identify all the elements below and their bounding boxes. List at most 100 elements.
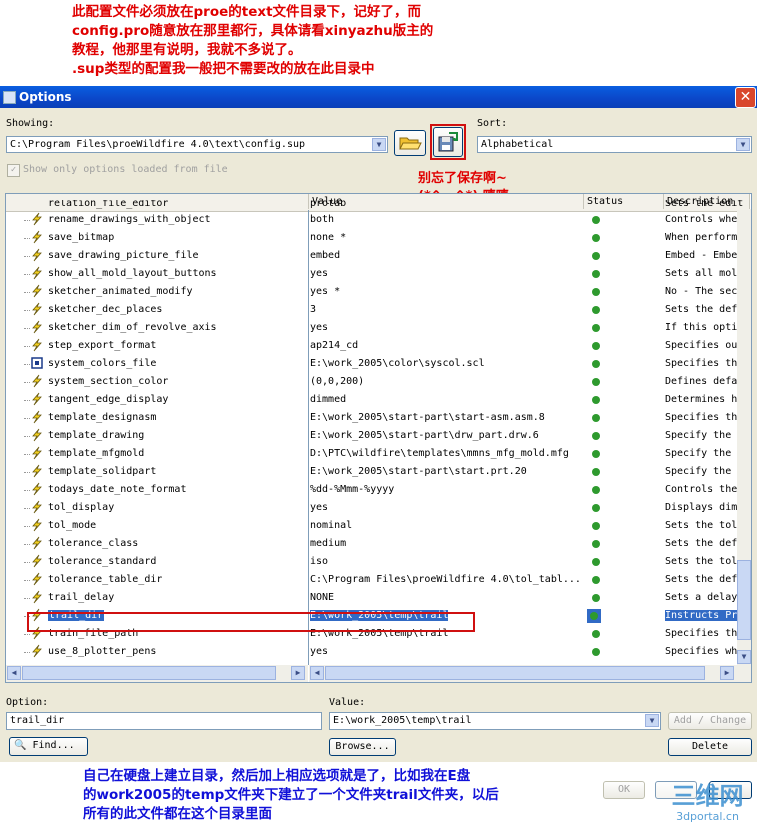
- value-horizontal-scrollbar[interactable]: ◀ ▶: [309, 665, 751, 682]
- status-ok-icon: [592, 432, 600, 440]
- option-name: sketcher_dim_of_revolve_axis: [48, 322, 217, 333]
- option-value: medium: [310, 538, 347, 549]
- watermark-logo: 三维网 3dportal.cn: [660, 782, 755, 834]
- close-button[interactable]: ✕: [735, 87, 756, 108]
- showing-dropdown[interactable]: C:\Program Files\proeWildfire 4.0\text\c…: [6, 136, 388, 153]
- status-ok-icon: [592, 468, 600, 476]
- tree-connector: [24, 328, 30, 329]
- table-row[interactable]: sketcher_animated_modify yes * No - The se…: [6, 283, 751, 301]
- option-description: Embed - Embe: [665, 250, 737, 261]
- sort-dropdown[interactable]: Alphabetical ▼: [477, 136, 752, 153]
- table-row[interactable]: template_drawing E:\work_2005\start-part\…: [6, 427, 751, 445]
- option-value: dimmed: [310, 394, 347, 405]
- table-row[interactable]: show_all_mold_layout_buttons yes Sets all …: [6, 265, 751, 283]
- bolt-icon: [30, 518, 44, 532]
- table-row[interactable]: system_colors_file E:\work_2005\color\sys…: [6, 355, 751, 373]
- table-row[interactable]: template_mfgmold D:\PTC\wildfire\template…: [6, 445, 751, 463]
- option-input[interactable]: trail_dir: [6, 712, 322, 730]
- table-row[interactable]: rename_drawings_with_object both Controls …: [6, 211, 751, 229]
- table-row[interactable]: tol_mode nominal Sets the tol: [6, 517, 751, 535]
- annotation-line: 自己在硬盘上建立目录，然后加上相应选项就是了，比如我在E盘: [83, 768, 471, 784]
- annotation-top: 此配置文件必须放在proe的text文件目录下，记好了，而 config.pro…: [72, 3, 433, 79]
- option-value: NONE: [310, 592, 335, 603]
- find-button[interactable]: 🔍 Find...: [9, 737, 88, 756]
- table-row[interactable]: system_section_color (0,0,200) Defines def…: [6, 373, 751, 391]
- vertical-scrollbar[interactable]: ▼: [737, 210, 751, 665]
- table-row[interactable]: tangent_edge_display dimmed Determines h: [6, 391, 751, 409]
- table-row[interactable]: use_8_plotter_pens yes Specifies wh: [6, 643, 751, 661]
- option-input-value: trail_dir: [10, 715, 65, 726]
- bolt-icon: [30, 572, 44, 586]
- bolt-icon: [30, 338, 44, 352]
- chevron-down-icon[interactable]: ▼: [736, 138, 750, 151]
- table-row[interactable]: sketcher_dec_places 3 Sets the def: [6, 301, 751, 319]
- table-row[interactable]: tolerance_table_dir C:\Program Files\proe…: [6, 571, 751, 589]
- table-row[interactable]: tolerance_class medium Sets the def: [6, 535, 751, 553]
- table-row[interactable]: tolerance_standard iso Sets the tol: [6, 553, 751, 571]
- open-file-button[interactable]: [394, 130, 426, 156]
- scroll-thumb[interactable]: [22, 666, 276, 680]
- status-ok-icon: [592, 594, 600, 602]
- scroll-thumb[interactable]: [737, 560, 751, 640]
- option-description: Controls whe: [665, 214, 737, 225]
- option-name: tolerance_standard: [48, 556, 157, 567]
- browse-button[interactable]: Browse...: [329, 738, 396, 756]
- option-name: relation_file_editor: [48, 200, 169, 209]
- bolt-icon: [30, 266, 44, 280]
- delete-button[interactable]: Delete: [668, 738, 752, 756]
- bolt-icon: [30, 230, 44, 244]
- table-row[interactable]: todays_date_note_format %dd-%Mmm-%yyyy Con…: [6, 481, 751, 499]
- status-ok-icon: [592, 342, 600, 350]
- option-description: Defines defa: [665, 376, 737, 387]
- show-only-checkbox[interactable]: ✓: [7, 164, 20, 177]
- table-row[interactable]: tol_display yes Displays dim: [6, 499, 751, 517]
- option-value: embed: [310, 250, 341, 261]
- save-button[interactable]: [433, 127, 463, 157]
- option-name: system_section_color: [48, 376, 169, 387]
- chevron-down-icon[interactable]: ▼: [372, 138, 386, 151]
- tree-connector: [24, 508, 30, 509]
- option-name: template_solidpart: [48, 466, 157, 477]
- tree-connector: [24, 598, 30, 599]
- option-name: template_drawing: [48, 430, 145, 441]
- showing-value: C:\Program Files\proeWildfire 4.0\text\c…: [10, 139, 306, 150]
- table-row[interactable]: template_solidpart E:\work_2005\start-par…: [6, 463, 751, 481]
- table-row[interactable]: sketcher_dim_of_revolve_axis yes If this o…: [6, 319, 751, 337]
- tree-connector: [24, 274, 30, 275]
- option-value: C:\Program Files\proeWildfire 4.0\tol_ta…: [310, 574, 581, 585]
- table-row[interactable]: template_designasm E:\work_2005\start-par…: [6, 409, 751, 427]
- window-icon: [3, 91, 16, 104]
- value-label: Value:: [329, 697, 366, 708]
- chevron-down-icon[interactable]: ▼: [645, 714, 659, 727]
- tree-connector: [24, 346, 30, 347]
- add-change-button[interactable]: Add / Change: [668, 712, 752, 730]
- status-ok-icon: [587, 609, 601, 623]
- name-horizontal-scrollbar[interactable]: ◀ ▶: [6, 665, 308, 682]
- table-row[interactable]: save_drawing_picture_file embed Embed - Em…: [6, 247, 751, 265]
- table-row[interactable]: trail_delay NONE Sets a delay: [6, 589, 751, 607]
- option-name: sketcher_dec_places: [48, 304, 163, 315]
- option-description: If this opti: [665, 322, 737, 333]
- scroll-left-arrow[interactable]: ◀: [310, 666, 324, 680]
- tree-connector: [24, 364, 30, 365]
- option-value: (0,0,200): [310, 376, 365, 387]
- option-value: protab: [310, 200, 347, 209]
- option-value: yes: [310, 268, 329, 279]
- scroll-left-arrow[interactable]: ◀: [7, 666, 21, 680]
- ok-button[interactable]: OK: [603, 781, 645, 799]
- value-input[interactable]: E:\work_2005\temp\trail ▼: [329, 712, 661, 730]
- option-name: sketcher_animated_modify: [48, 286, 193, 297]
- scroll-thumb[interactable]: [325, 666, 705, 680]
- scroll-right-arrow[interactable]: ▶: [720, 666, 734, 680]
- scroll-right-arrow[interactable]: ▶: [291, 666, 305, 680]
- table-row[interactable]: save_bitmap none * When perform: [6, 229, 751, 247]
- tree-connector: [24, 562, 30, 563]
- option-value: none *: [310, 232, 347, 243]
- option-name: use_8_plotter_pens: [48, 646, 157, 657]
- status-ok-icon: [592, 522, 600, 530]
- scroll-down-arrow[interactable]: ▼: [737, 650, 751, 664]
- option-description: Specify the: [665, 430, 732, 441]
- tree-connector: [24, 382, 30, 383]
- bolt-icon: [30, 500, 44, 514]
- table-row[interactable]: step_export_format ap214_cd Specifies ou: [6, 337, 751, 355]
